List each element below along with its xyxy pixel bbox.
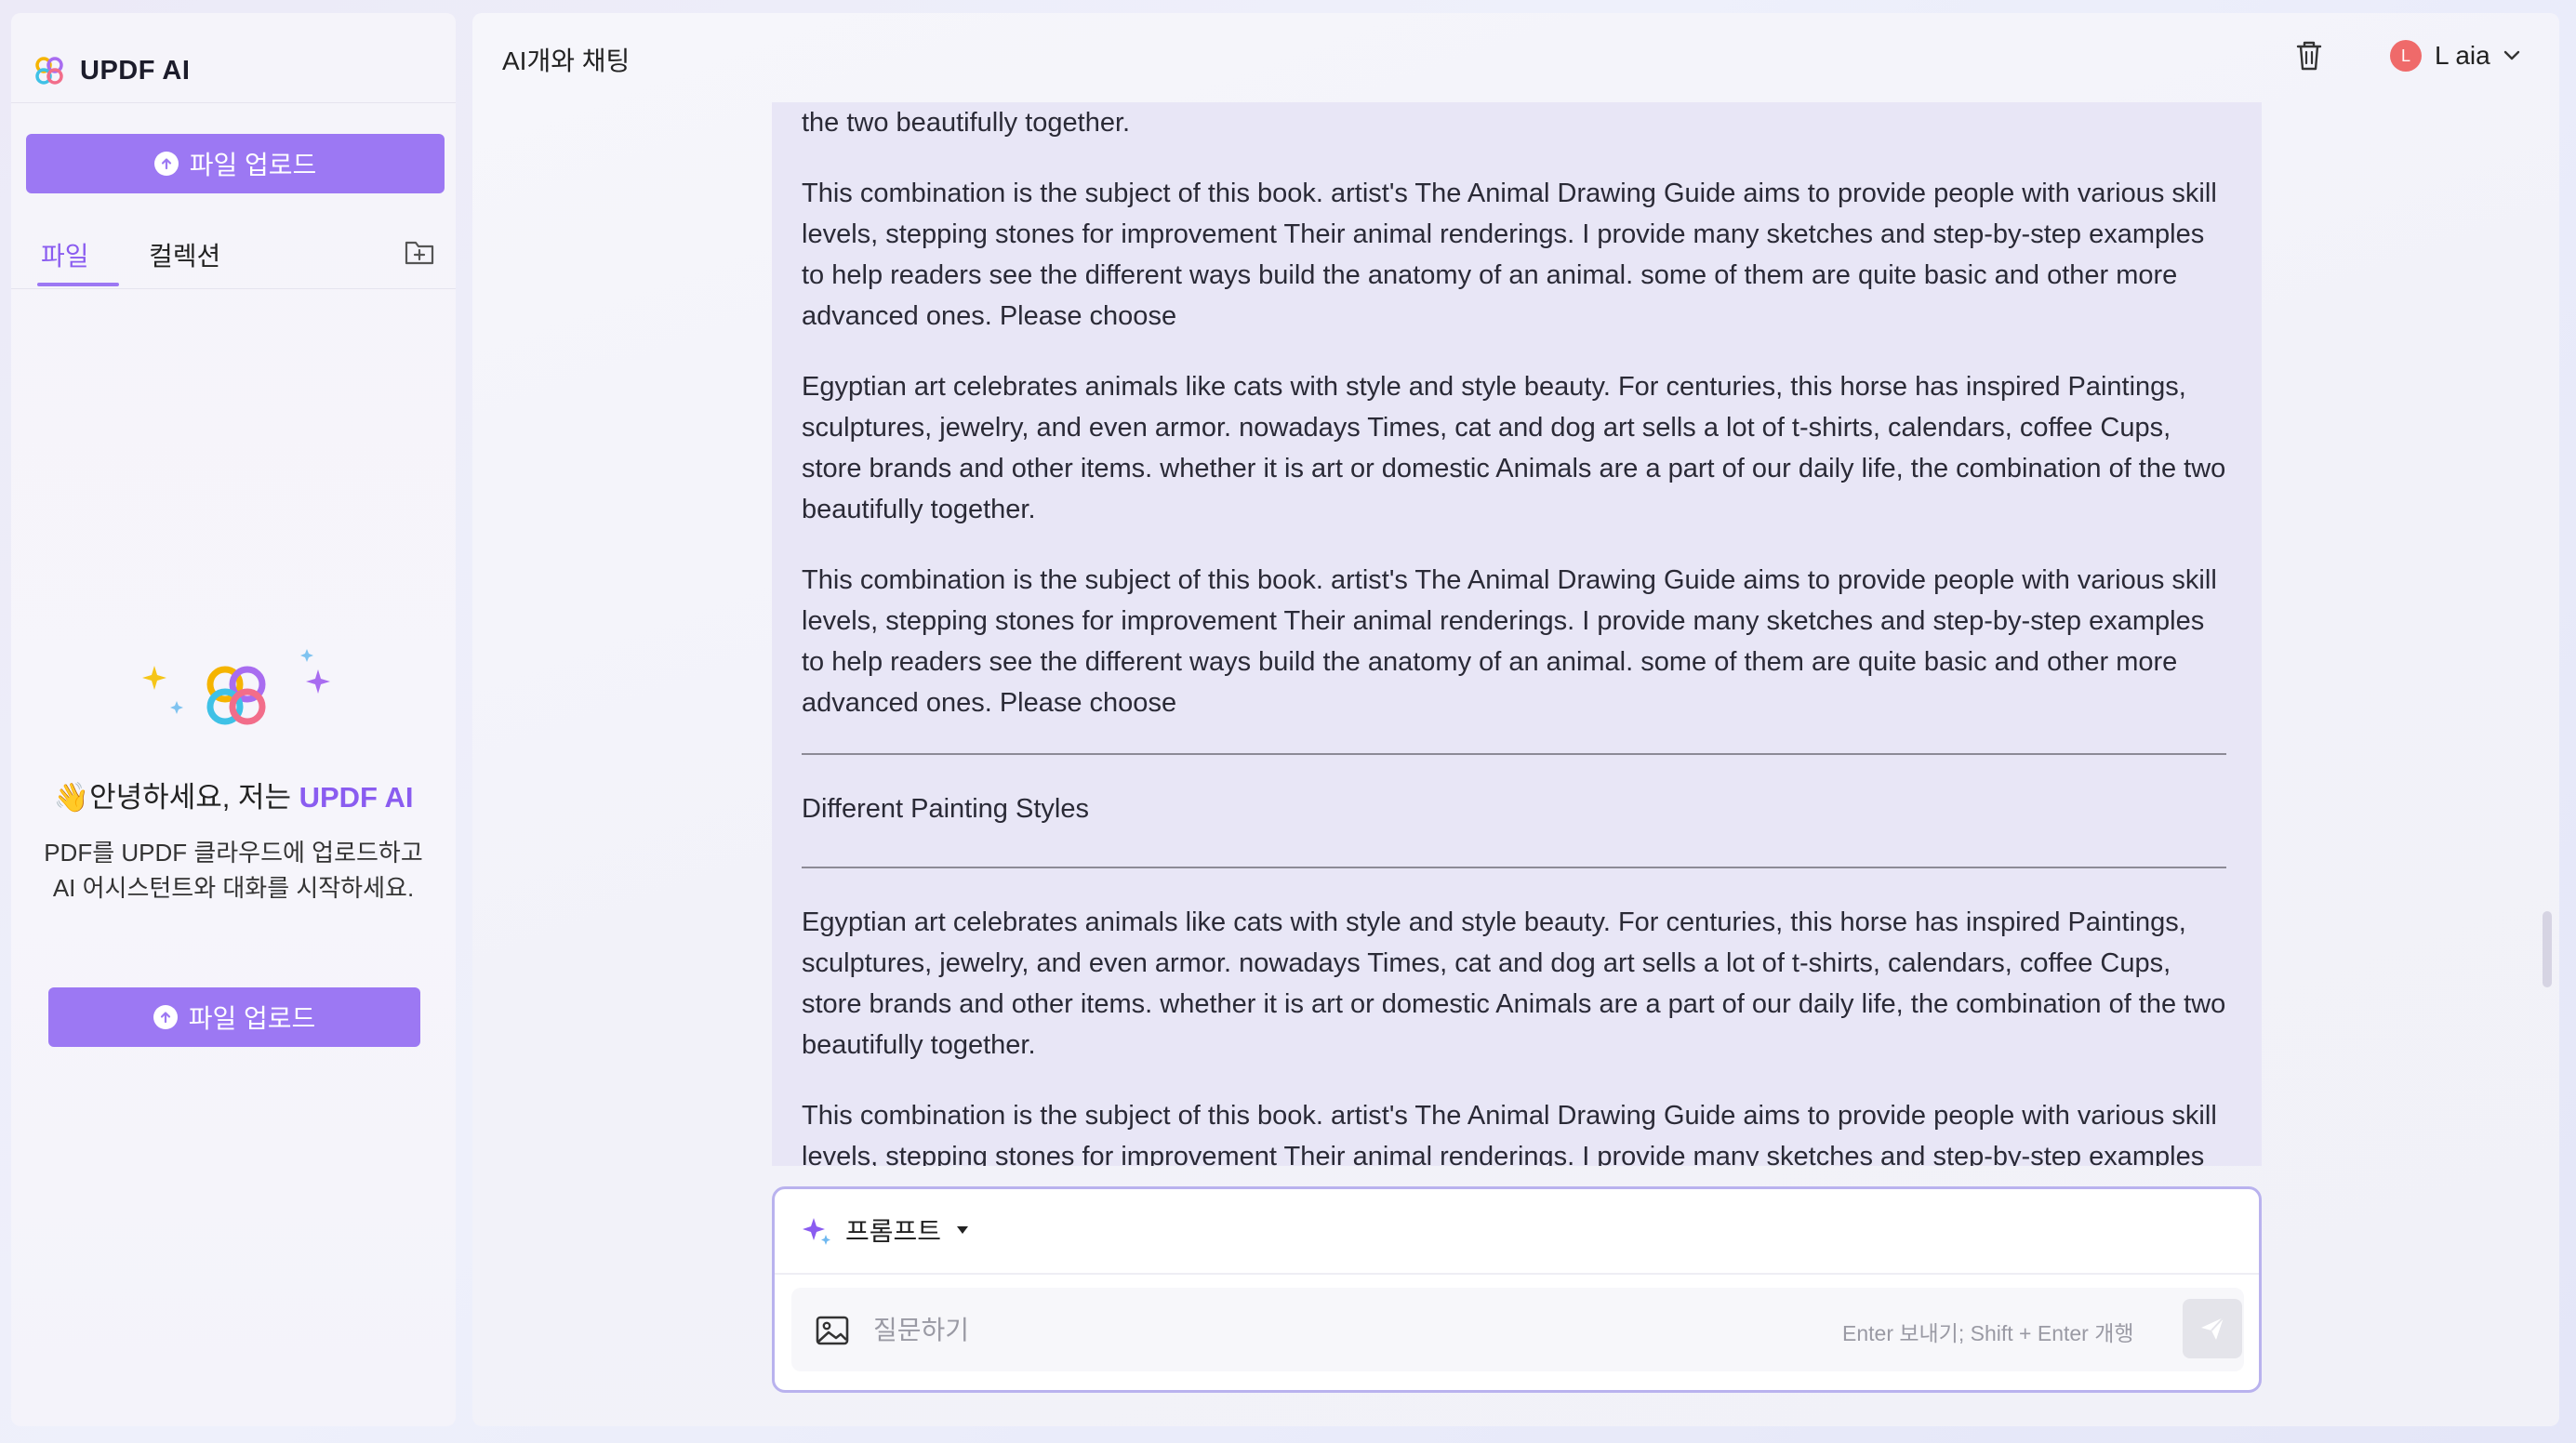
message-paragraph: Egyptian art celebrates animals like cat… — [802, 372, 2226, 524]
user-name: L aia — [2435, 41, 2490, 70]
question-input-box: Enter 보내기; Shift + Enter 개행 — [791, 1288, 2244, 1371]
chevron-down-icon — [2503, 50, 2519, 60]
question-input[interactable] — [871, 1304, 1712, 1357]
ai-response-message: Cups, store brands and other items. whet… — [802, 102, 2226, 1166]
chat-composer: 프롬프트 Enter 보내기; Shift + Enter 개행 — [772, 1186, 2262, 1393]
trash-icon[interactable] — [2293, 39, 2325, 73]
sparkle-icon — [803, 1218, 830, 1245]
welcome-description: PDF를 UPDF 클라우드에 업로드하고 AI 어시스턴트와 대화를 시작하세… — [44, 839, 423, 902]
tab-files[interactable]: 파일 — [41, 236, 89, 273]
tab-collections[interactable]: 컬렉션 — [149, 236, 220, 273]
divider — [775, 1273, 2259, 1275]
send-icon — [2201, 1317, 2224, 1340]
prompt-dropdown[interactable]: 프롬프트 — [801, 1210, 969, 1251]
message-paragraph: Cups, store brands and other items. whet… — [802, 108, 1131, 138]
app-logo: UPDF AI — [33, 50, 190, 91]
avatar: L — [2390, 40, 2422, 72]
chat-panel: AI개와 채팅 L L aia Cups, store brands and o… — [472, 13, 2559, 1426]
page-title: AI개와 채팅 — [502, 46, 631, 75]
greeting-brand: UPDF AI — [299, 781, 414, 814]
chat-scrollbar[interactable] — [2543, 911, 2552, 987]
message-paragraph: This combination is the subject of this … — [802, 565, 2217, 718]
caret-down-icon — [957, 1226, 969, 1234]
divider — [802, 753, 2226, 755]
divider — [802, 867, 2226, 868]
new-folder-icon[interactable] — [404, 238, 435, 266]
sidebar-tabs: 파일 컬렉션 — [26, 229, 441, 288]
divider — [11, 102, 456, 103]
upload-file-button-label: 파일 업로드 — [189, 151, 317, 179]
active-tab-indicator — [37, 283, 119, 286]
updf-ai-illustration-icon — [142, 649, 330, 725]
message-paragraph: This combination is the subject of this … — [802, 179, 2217, 331]
chat-message-area: Cups, store brands and other items. whet… — [772, 102, 2262, 1166]
section-heading: Different Painting Styles — [802, 794, 1089, 824]
send-button[interactable] — [2183, 1299, 2242, 1358]
empty-state-upload-button-label: 파일 업로드 — [188, 1004, 316, 1033]
user-menu[interactable]: L L aia — [2390, 37, 2520, 74]
image-icon[interactable] — [814, 1314, 851, 1347]
upload-icon — [153, 1005, 178, 1029]
empty-state-upload-button[interactable]: 파일 업로드 — [48, 987, 420, 1047]
upload-file-button[interactable]: 파일 업로드 — [26, 134, 445, 193]
updf-logo-icon — [35, 57, 63, 85]
app-name: UPDF AI — [80, 55, 191, 86]
prompt-label: 프롬프트 — [845, 1217, 942, 1246]
upload-icon — [153, 152, 179, 176]
welcome-greeting: 👋안녕하세요, 저는 UPDF AI — [11, 774, 456, 815]
message-paragraph: Egyptian art celebrates animals like cat… — [802, 907, 2226, 1060]
greeting-text: 👋안녕하세요, 저는 — [53, 781, 299, 814]
divider — [11, 288, 456, 289]
sidebar: UPDF AI 파일 업로드 파일 컬렉션 👋안녕하세요, 저는 UPDF AI… — [11, 13, 456, 1426]
message-paragraph: This combination is the subject of this … — [802, 1101, 2217, 1166]
shortcut-hint: Enter 보내기; Shift + Enter 개행 — [1842, 1321, 2134, 1345]
